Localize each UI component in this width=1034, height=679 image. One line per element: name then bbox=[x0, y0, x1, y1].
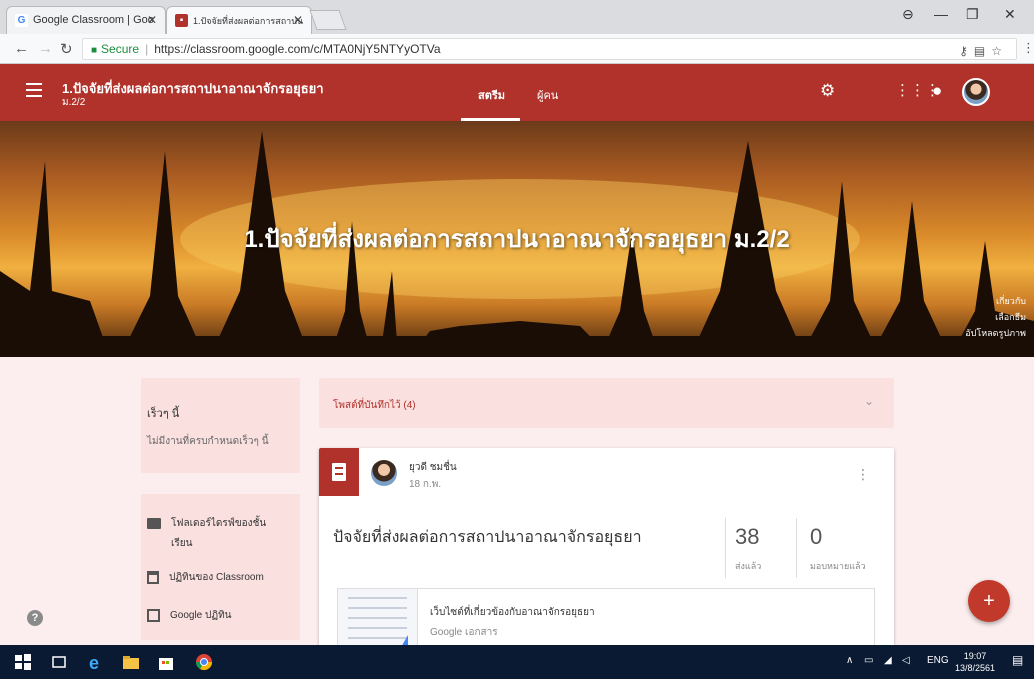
upload-photo-link[interactable]: อัปโหลดรูปภาพ bbox=[965, 325, 1026, 341]
back-icon[interactable]: ← bbox=[14, 40, 29, 57]
assignment-icon bbox=[319, 448, 359, 496]
chevron-down-icon: ⌄ bbox=[863, 394, 874, 408]
class-section: ม.2/2 bbox=[62, 97, 86, 108]
tab-label: Google Classroom | Goo bbox=[33, 14, 154, 26]
restore-icon[interactable]: ❐ bbox=[966, 6, 979, 23]
windows-taskbar: e ∧ ▭ ◢ ◁ ENG 19:07 13/8/2561 ▤ bbox=[0, 645, 1034, 679]
class-title[interactable]: 1.ปัจจัยที่ส่งผลต่อการสถาปนาอาณาจักรอยุธ… bbox=[62, 78, 324, 99]
drive-folder-label-line2: เรียน bbox=[171, 538, 193, 549]
help-icon[interactable]: ? bbox=[27, 610, 43, 626]
post-author: ยุวดี ชมชื่น bbox=[409, 462, 457, 473]
translate-icon[interactable]: ▤ bbox=[974, 44, 991, 58]
reload-icon[interactable]: ↻ bbox=[60, 40, 73, 58]
banner-links: เกี่ยวกับ เลือกธีม อัปโหลดรูปภาพ bbox=[965, 293, 1026, 341]
calendar-icon bbox=[147, 570, 159, 584]
banner-title: 1.ปัจจัยที่ส่งผลต่อการสถาปนาอาณาจักรอยุธ… bbox=[244, 226, 790, 253]
url-input[interactable]: ■ Secure | https://classroom.google.com/c/M… bbox=[82, 38, 1017, 60]
google-icon: G bbox=[15, 14, 28, 27]
battery-icon[interactable]: ▭ bbox=[864, 655, 873, 666]
assignment-post-card[interactable]: ยุวดี ชมชื่น 18 ก.พ. ⋮ ปัจจัยที่ส่งผลต่อ… bbox=[319, 448, 894, 648]
saved-posts-label: โพสต์ที่บันทึกไว้ (4) bbox=[333, 400, 416, 411]
tab-stream[interactable]: สตรีม bbox=[478, 86, 505, 104]
drive-folder-link[interactable]: โฟลเดอร์ไดรฟ์ของชั้น bbox=[147, 516, 266, 531]
add-fab-button[interactable]: + bbox=[968, 580, 1010, 622]
windows-start-icon[interactable] bbox=[14, 653, 32, 671]
hamburger-menu-icon[interactable] bbox=[26, 83, 42, 97]
saved-posts-bar[interactable]: โพสต์ที่บันทึกไว้ (4) ⌄ bbox=[319, 378, 894, 428]
attachment-type: Google เอกสาร bbox=[430, 627, 498, 638]
tab-people[interactable]: ผู้คน bbox=[537, 86, 558, 104]
system-clock[interactable]: 19:07 13/8/2561 bbox=[955, 650, 995, 674]
upcoming-card: เร็วๆ นี้ ไม่มีงานที่ครบกำหนดเร็วๆ นี้ bbox=[141, 378, 300, 473]
menu-dots-icon[interactable]: ⋮ bbox=[1022, 40, 1034, 56]
class-links-card: โฟลเดอร์ไดรฟ์ของชั้น เรียน ปฏิทินของ Cla… bbox=[141, 494, 300, 640]
volume-icon[interactable]: ◁ bbox=[902, 655, 910, 666]
upcoming-text: ไม่มีงานที่ครบกำหนดเร็วๆ นี้ bbox=[147, 436, 269, 447]
key-icon[interactable]: ⚷ bbox=[959, 44, 974, 58]
open-external-icon bbox=[147, 608, 160, 622]
upcoming-heading: เร็วๆ นี้ bbox=[147, 408, 180, 420]
google-calendar-label: Google ปฏิทิน bbox=[170, 610, 232, 621]
screen: G Google Classroom | Goo ✕ ▪ 1.ปัจจัยที่… bbox=[0, 0, 1034, 679]
assigned-count[interactable]: 0 bbox=[810, 524, 822, 550]
close-icon[interactable]: ✕ bbox=[293, 13, 303, 27]
store-icon[interactable] bbox=[157, 653, 175, 671]
turned-in-label: ส่งแล้ว bbox=[735, 561, 762, 571]
attachment-title: เว็บไซต์ที่เกี่ยวข้องกับอาณาจักรอยุธยา bbox=[430, 607, 595, 618]
forward-icon[interactable]: → bbox=[38, 40, 53, 57]
clock-time: 19:07 bbox=[963, 651, 987, 661]
file-explorer-icon[interactable] bbox=[122, 653, 140, 671]
folder-icon bbox=[147, 517, 161, 529]
classroom-calendar-link[interactable]: ปฏิทินของ Classroom bbox=[147, 570, 264, 585]
browser-tab-class[interactable]: ▪ 1.ปัจจัยที่ส่งผลต่อการสถาปน ✕ bbox=[166, 6, 312, 34]
classroom-icon: ▪ bbox=[175, 14, 188, 27]
url-text: https://classroom.google.com/c/MTA0NjY5N… bbox=[154, 42, 441, 56]
profile-icon[interactable]: ⊖ bbox=[902, 6, 914, 23]
about-link[interactable]: เกี่ยวกับ bbox=[965, 293, 1026, 309]
class-banner: 1.ปัจจัยที่ส่งผลต่อการสถาปนาอาณาจักรอยุธ… bbox=[0, 121, 1034, 357]
chrome-icon[interactable] bbox=[195, 653, 213, 671]
google-calendar-link[interactable]: Google ปฏิทิน bbox=[147, 608, 232, 623]
close-icon[interactable]: ✕ bbox=[147, 13, 157, 27]
post-date: 18 ก.พ. bbox=[409, 479, 442, 490]
tray-chevron-icon[interactable]: ∧ bbox=[846, 655, 853, 666]
classroom-header: 1.ปัจจัยที่ส่งผลต่อการสถาปนาอาณาจักรอยุธ… bbox=[0, 64, 1034, 121]
clock-date: 13/8/2561 bbox=[955, 663, 996, 673]
drive-folder-label: โฟลเดอร์ไดรฟ์ของชั้น bbox=[171, 518, 267, 529]
classroom-calendar-label: ปฏิทินของ Classroom bbox=[169, 572, 264, 583]
tab-label: 1.ปัจจัยที่ส่งผลต่อการสถาปน bbox=[193, 16, 304, 26]
attachment-card[interactable]: เว็บไซต์ที่เกี่ยวข้องกับอาณาจักรอยุธยา G… bbox=[337, 588, 875, 648]
new-tab-button[interactable] bbox=[309, 10, 347, 30]
lock-icon: ■ bbox=[91, 45, 98, 56]
action-center-icon[interactable]: ▤ bbox=[1012, 653, 1023, 667]
settings-gear-icon[interactable]: ⚙ bbox=[820, 81, 835, 101]
turned-in-count[interactable]: 38 bbox=[735, 524, 759, 550]
notifications-icon[interactable]: ● bbox=[932, 81, 942, 101]
edge-browser-icon[interactable]: e bbox=[87, 653, 105, 671]
browser-tab-classroom[interactable]: G Google Classroom | Goo ✕ bbox=[6, 6, 166, 34]
window-close-icon[interactable]: ✕ bbox=[1004, 6, 1016, 23]
secure-label: Secure bbox=[101, 42, 140, 56]
post-title[interactable]: ปัจจัยที่ส่งผลต่อการสถาปนาอาณาจักรอยุธยา bbox=[333, 525, 642, 550]
network-icon[interactable]: ◢ bbox=[884, 655, 892, 666]
assigned-label: มอบหมายแล้ว bbox=[810, 561, 866, 571]
select-theme-link[interactable]: เลือกธีม bbox=[965, 309, 1026, 325]
account-avatar[interactable] bbox=[962, 78, 990, 106]
more-options-icon[interactable]: ⋮ bbox=[856, 466, 870, 483]
minimize-icon[interactable]: — bbox=[934, 6, 948, 22]
divider bbox=[725, 518, 726, 578]
svg-text:e: e bbox=[89, 653, 99, 671]
language-indicator[interactable]: ENG bbox=[927, 655, 949, 666]
task-view-icon[interactable] bbox=[50, 653, 68, 671]
browser-tab-bar: G Google Classroom | Goo ✕ ▪ 1.ปัจจัยที่… bbox=[0, 0, 1034, 34]
author-avatar bbox=[371, 460, 397, 486]
address-bar: ← → ↻ ■ Secure | https://classroom.google.c… bbox=[0, 34, 1034, 64]
document-thumbnail bbox=[338, 589, 418, 648]
divider bbox=[796, 518, 797, 578]
star-icon[interactable]: ☆ bbox=[991, 44, 1008, 58]
